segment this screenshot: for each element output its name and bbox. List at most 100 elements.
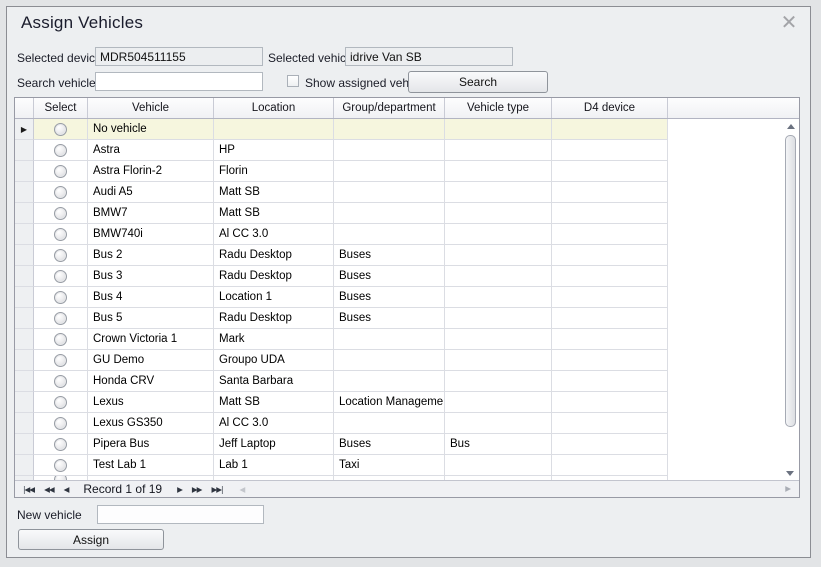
row-radio-button[interactable]: [54, 312, 67, 325]
d4-device-cell: [552, 182, 668, 203]
row-indicator-cell: ▶: [15, 203, 34, 224]
group-department-cell: Buses: [334, 434, 445, 455]
row-select-cell: [34, 455, 88, 476]
table-row[interactable]: ▶ GU Demo Groupo UDA: [15, 350, 799, 371]
group-department-cell: [334, 371, 445, 392]
vehicle-cell: Test Lab 1: [88, 455, 214, 476]
new-vehicle-input[interactable]: [97, 505, 264, 524]
row-select-cell: [34, 203, 88, 224]
filler-cell: [668, 182, 799, 203]
table-row[interactable]: ▶ Bus 5 Radu Desktop Buses: [15, 308, 799, 329]
first-record-icon[interactable]: |◀◀: [23, 482, 34, 497]
row-radio-button[interactable]: [54, 144, 67, 157]
vehicle-cell: Astra: [88, 140, 214, 161]
search-button[interactable]: Search: [408, 71, 548, 93]
filler-cell: [668, 329, 799, 350]
next-record-icon[interactable]: ▶: [177, 482, 182, 497]
d4-device-cell: [552, 308, 668, 329]
table-row[interactable]: ▶ Lexus GS350 Al CC 3.0: [15, 413, 799, 434]
scroll-down-icon[interactable]: [786, 471, 794, 476]
scrollbar-thumb[interactable]: [785, 135, 796, 427]
hscroll-left-icon[interactable]: ◀: [240, 482, 245, 497]
row-radio-button[interactable]: [54, 207, 67, 220]
row-radio-button[interactable]: [54, 228, 67, 241]
row-radio-button[interactable]: [54, 123, 67, 136]
row-radio-button[interactable]: [54, 270, 67, 283]
row-select-cell: [34, 161, 88, 182]
vehicle-type-cell: [445, 203, 552, 224]
grid-body: ▶ No vehicle ▶ Astra HP ▶ Astr: [15, 119, 799, 476]
row-radio-button[interactable]: [54, 438, 67, 451]
row-indicator-cell: ▶: [15, 350, 34, 371]
location-cell: Matt SB: [214, 392, 334, 413]
table-row[interactable]: ▶ BMW740i Al CC 3.0: [15, 224, 799, 245]
row-indicator-cell: ▶: [15, 140, 34, 161]
scroll-up-icon[interactable]: [787, 124, 795, 129]
table-row[interactable]: ▶ Bus 4 Location 1 Buses: [15, 287, 799, 308]
table-row[interactable]: ▶ Audi A5 Matt SB: [15, 182, 799, 203]
vehicle-type-cell: [445, 308, 552, 329]
table-row[interactable]: ▶ Bus 3 Radu Desktop Buses: [15, 266, 799, 287]
column-header-d4[interactable]: D4 device: [552, 98, 668, 118]
row-radio-button[interactable]: [54, 333, 67, 346]
table-row[interactable]: ▶ BMW7 Matt SB: [15, 203, 799, 224]
vehicle-type-cell: [445, 329, 552, 350]
assign-button[interactable]: Assign: [18, 529, 164, 550]
vehicle-cell: Lexus: [88, 392, 214, 413]
prev-record-icon[interactable]: ◀: [64, 482, 69, 497]
table-row[interactable]: ▶ Astra HP: [15, 140, 799, 161]
vertical-scrollbar[interactable]: [784, 121, 797, 479]
prev-page-icon[interactable]: ◀◀: [44, 482, 54, 497]
row-radio-button[interactable]: [54, 459, 67, 472]
row-radio-button[interactable]: [54, 375, 67, 388]
row-radio-button[interactable]: [54, 417, 67, 430]
close-icon[interactable]: ✕: [778, 11, 800, 33]
column-header-group[interactable]: Group/department: [334, 98, 445, 118]
location-cell: Lab 1: [214, 455, 334, 476]
filler-cell: [668, 413, 799, 434]
row-radio-button[interactable]: [54, 249, 67, 262]
table-row[interactable]: ▶ Honda CRV Santa Barbara: [15, 371, 799, 392]
hscroll-right-icon[interactable]: ▶: [785, 481, 791, 496]
search-vehicle-input[interactable]: [95, 72, 263, 91]
column-header-select[interactable]: Select: [34, 98, 88, 118]
column-header-location[interactable]: Location: [214, 98, 334, 118]
group-department-cell: [334, 203, 445, 224]
last-record-icon[interactable]: ▶▶|: [211, 482, 222, 497]
row-select-cell: [34, 413, 88, 434]
row-select-cell: [34, 329, 88, 350]
group-department-cell: [334, 140, 445, 161]
table-row[interactable]: ▶ Crown Victoria 1 Mark: [15, 329, 799, 350]
table-row[interactable]: ▶ Test Lab 1 Lab 1 Taxi: [15, 455, 799, 476]
show-assigned-checkbox[interactable]: [287, 75, 299, 87]
column-header-vehicle[interactable]: Vehicle: [88, 98, 214, 118]
filler-cell: [668, 140, 799, 161]
row-indicator-cell: ▶: [15, 329, 34, 350]
row-indicator-cell: ▶: [15, 161, 34, 182]
selected-device-field[interactable]: [95, 47, 263, 66]
row-select-cell: [34, 140, 88, 161]
row-radio-button[interactable]: [54, 291, 67, 304]
table-row[interactable]: ▶ No vehicle: [15, 119, 799, 140]
vehicle-cell: Astra Florin-2: [88, 161, 214, 182]
row-indicator-cell: ▶: [15, 308, 34, 329]
filler-cell: [668, 245, 799, 266]
row-radio-button[interactable]: [54, 354, 67, 367]
table-row[interactable]: ▶ Bus 2 Radu Desktop Buses: [15, 245, 799, 266]
row-radio-button[interactable]: [54, 186, 67, 199]
selected-vehicle-field[interactable]: [345, 47, 513, 66]
group-department-cell: Buses: [334, 266, 445, 287]
table-row[interactable]: ▶ Lexus Matt SB Location Management: [15, 392, 799, 413]
row-radio-button[interactable]: [54, 396, 67, 409]
table-row[interactable]: ▶ Astra Florin-2 Florin: [15, 161, 799, 182]
filler-cell: [668, 434, 799, 455]
grid-header: Select Vehicle Location Group/department…: [15, 98, 799, 119]
next-page-icon[interactable]: ▶▶: [192, 482, 202, 497]
record-count-text: Record 1 of 19: [83, 482, 162, 496]
row-select-cell: [34, 266, 88, 287]
column-header-type[interactable]: Vehicle type: [445, 98, 552, 118]
row-indicator-cell: ▶: [15, 413, 34, 434]
row-radio-button[interactable]: [54, 165, 67, 178]
table-row[interactable]: ▶ Pipera Bus Jeff Laptop Buses Bus: [15, 434, 799, 455]
row-indicator-cell: ▶: [15, 371, 34, 392]
